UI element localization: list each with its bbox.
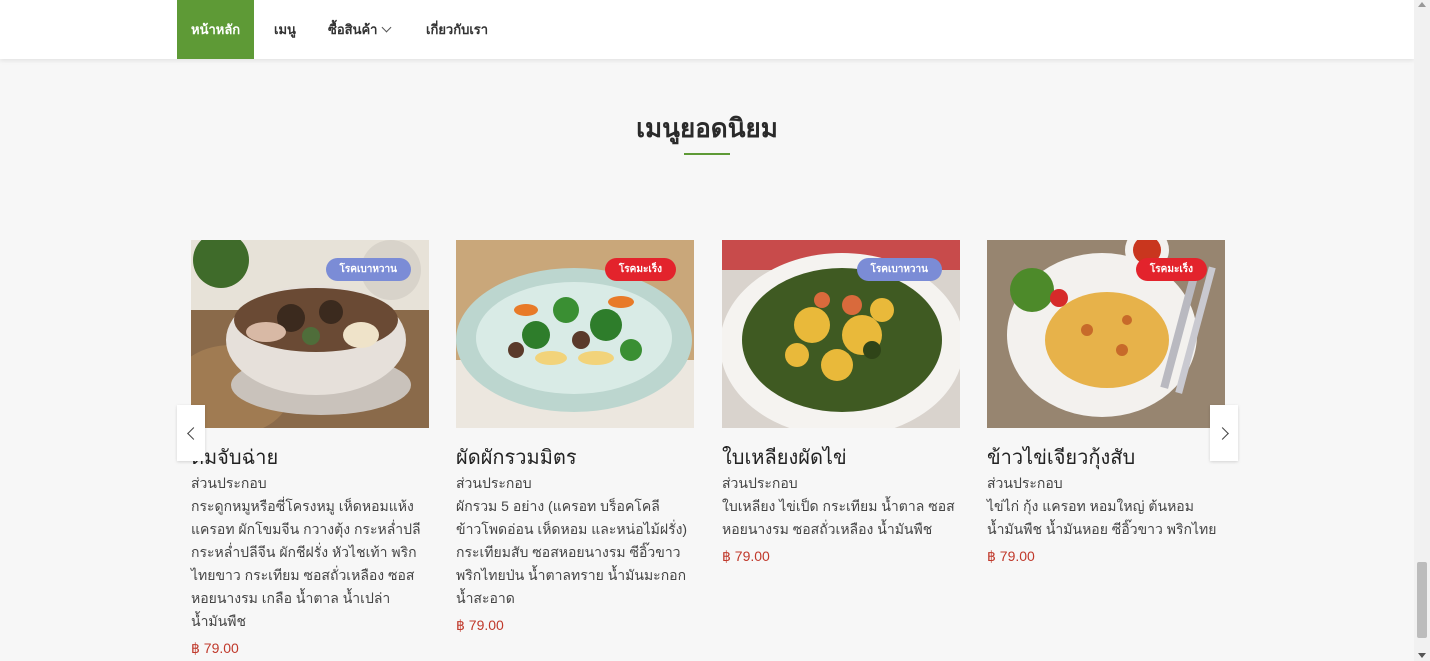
card-price: ฿ 79.00 — [722, 548, 770, 564]
menu-card[interactable]: โรคมะเร็ง ข้าวไข่เจียวกุ้งสับ ส่วนประกอบ… — [987, 240, 1225, 568]
food-image[interactable]: โรคเบาหวาน — [191, 240, 429, 428]
nav-item-home[interactable]: หน้าหลัก — [177, 0, 255, 59]
scroll-down-icon[interactable] — [1418, 653, 1426, 658]
card-title[interactable]: ใบเหลียงผัดไข่ — [722, 444, 960, 472]
card-price: ฿ 79.00 — [191, 640, 239, 656]
food-image[interactable]: โรคมะเร็ง — [456, 240, 694, 428]
card-ingredients: ไข่ไก่ กุ้ง แครอท หอมใหญ่ ต้นหอม น้ำมันพ… — [987, 498, 1217, 537]
carousel-prev-button[interactable] — [177, 405, 205, 461]
card-price: ฿ 79.00 — [987, 548, 1035, 564]
menu-card[interactable]: โรคเบาหวาน ใบเหลียงผัดไข่ ส่วนประกอบ ใบเ… — [722, 240, 960, 568]
card-ingredients: ใบเหลียง ไข่เป็ด กระเทียม น้ำตาล ซอสหอยน… — [722, 498, 955, 537]
card-price: ฿ 79.00 — [456, 617, 504, 633]
card-ingredients-label: ส่วนประกอบ — [722, 475, 798, 491]
card-ingredients: กระดูกหมูหรือซี่โครงหมู เห็ดหอมแห้ง แครอ… — [191, 498, 421, 629]
section-title: เมนูยอดนิยม — [636, 113, 778, 143]
card-title[interactable]: ต้มจับฉ่าย — [191, 444, 429, 472]
chevron-right-icon — [1215, 426, 1229, 440]
card-ingredients-label: ส่วนประกอบ — [987, 475, 1063, 491]
scroll-up-icon[interactable] — [1418, 2, 1426, 7]
nav-item-shop[interactable]: ซื้อสินค้า — [328, 0, 392, 59]
top-navbar: หน้าหลัก เมนู ซื้อสินค้า เกี่ยวกับเรา — [0, 0, 1414, 59]
disease-badge: โรคมะเร็ง — [1135, 258, 1207, 281]
card-ingredients-label: ส่วนประกอบ — [191, 475, 267, 491]
food-image[interactable]: โรคมะเร็ง — [987, 240, 1225, 428]
menu-card[interactable]: โรคมะเร็ง ผัดผักรวมมิตร ส่วนประกอบ ผักรว… — [456, 240, 694, 637]
card-ingredients: ผักรวม 5 อย่าง (แครอท บร็อคโคลี ข้าวโพดอ… — [456, 498, 688, 606]
menu-card[interactable]: โรคเบาหวาน ต้มจับฉ่าย ส่วนประกอบ กระดูกห… — [191, 240, 429, 660]
card-ingredients-label: ส่วนประกอบ — [456, 475, 532, 491]
disease-badge: โรคเบาหวาน — [325, 258, 411, 281]
chevron-down-icon — [382, 22, 392, 33]
card-title[interactable]: ผัดผักรวมมิตร — [456, 444, 694, 472]
nav-item-menu[interactable]: เมนู — [274, 0, 296, 59]
card-title[interactable]: ข้าวไข่เจียวกุ้งสับ — [987, 444, 1225, 472]
disease-badge: โรคเบาหวาน — [856, 258, 942, 281]
food-image[interactable]: โรคเบาหวาน — [722, 240, 960, 428]
page-scrollbar[interactable] — [1414, 0, 1430, 661]
carousel-next-button[interactable] — [1210, 405, 1238, 461]
chevron-left-icon — [186, 426, 200, 440]
disease-badge: โรคมะเร็ง — [604, 258, 676, 281]
scroll-thumb[interactable] — [1417, 562, 1427, 638]
nav-item-shop-label: ซื้อสินค้า — [328, 22, 378, 37]
title-underline — [684, 153, 730, 155]
nav-item-about[interactable]: เกี่ยวกับเรา — [426, 0, 488, 59]
